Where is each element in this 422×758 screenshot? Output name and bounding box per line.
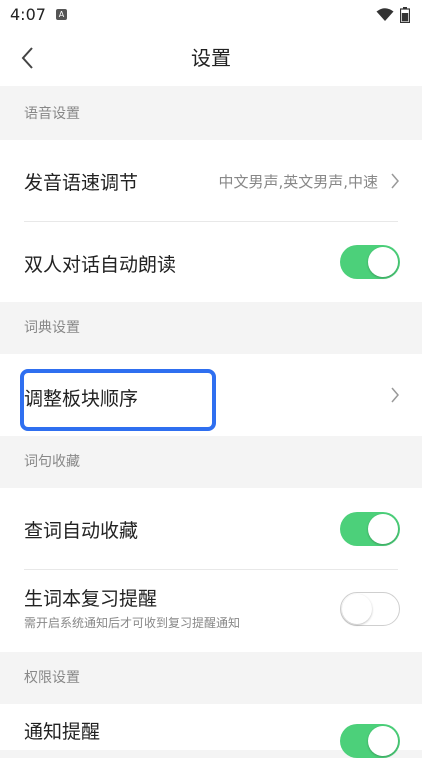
row-label: 查词自动收藏 [24,520,139,542]
row-subtitle: 需开启系统通知后才可收到复习提醒通知 [24,616,241,630]
row-label: 发音语速调节 [24,172,139,194]
dialog-autoread-toggle[interactable] [340,245,400,279]
status-time: 4:07 [10,5,46,24]
row-notification: 通知提醒 [0,704,422,758]
review-reminder-toggle[interactable] [340,592,400,626]
section-header-permission: 权限设置 [0,652,422,704]
row-label: 双人对话自动朗读 [24,254,177,276]
section-title: 词典设置 [24,320,80,336]
row-review-reminder: 生词本复习提醒 需开启系统通知后才可收到复习提醒通知 [0,570,422,652]
chevron-right-icon [391,173,399,189]
chevron-left-icon[interactable] [20,46,34,70]
section-title: 权限设置 [24,670,80,686]
section-header-voice: 语音设置 [0,88,422,140]
status-bar: 4:07 A [0,0,422,30]
page-title: 设置 [191,46,231,70]
notification-toggle[interactable] [340,724,400,758]
toggle-knob [368,247,398,277]
row-auto-collect: 查词自动收藏 [0,488,422,570]
auto-collect-toggle[interactable] [340,512,400,546]
row-speech-speed[interactable]: 发音语速调节 中文男声,英文男声,中速 [0,140,422,222]
app-header: 设置 [0,30,422,86]
section-header-dictionary: 词典设置 [0,302,422,354]
section-header-collection: 词句收藏 [0,436,422,488]
row-value: 中文男声,英文男声,中速 [218,173,378,191]
row-label: 通知提醒 [24,721,101,743]
toggle-knob [368,514,398,544]
row-label: 生词本复习提醒 [24,588,158,610]
app-notification-icon: A [56,9,67,20]
section-title: 词句收藏 [24,454,80,470]
row-dialog-autoread: 双人对话自动朗读 [0,222,422,302]
status-icons [376,7,410,23]
chevron-right-icon [391,387,399,403]
highlight-box [20,369,216,431]
section-title: 语音设置 [24,106,80,122]
toggle-knob [342,593,372,624]
toggle-knob [368,726,398,756]
battery-icon [400,7,410,23]
wifi-icon [376,8,394,21]
